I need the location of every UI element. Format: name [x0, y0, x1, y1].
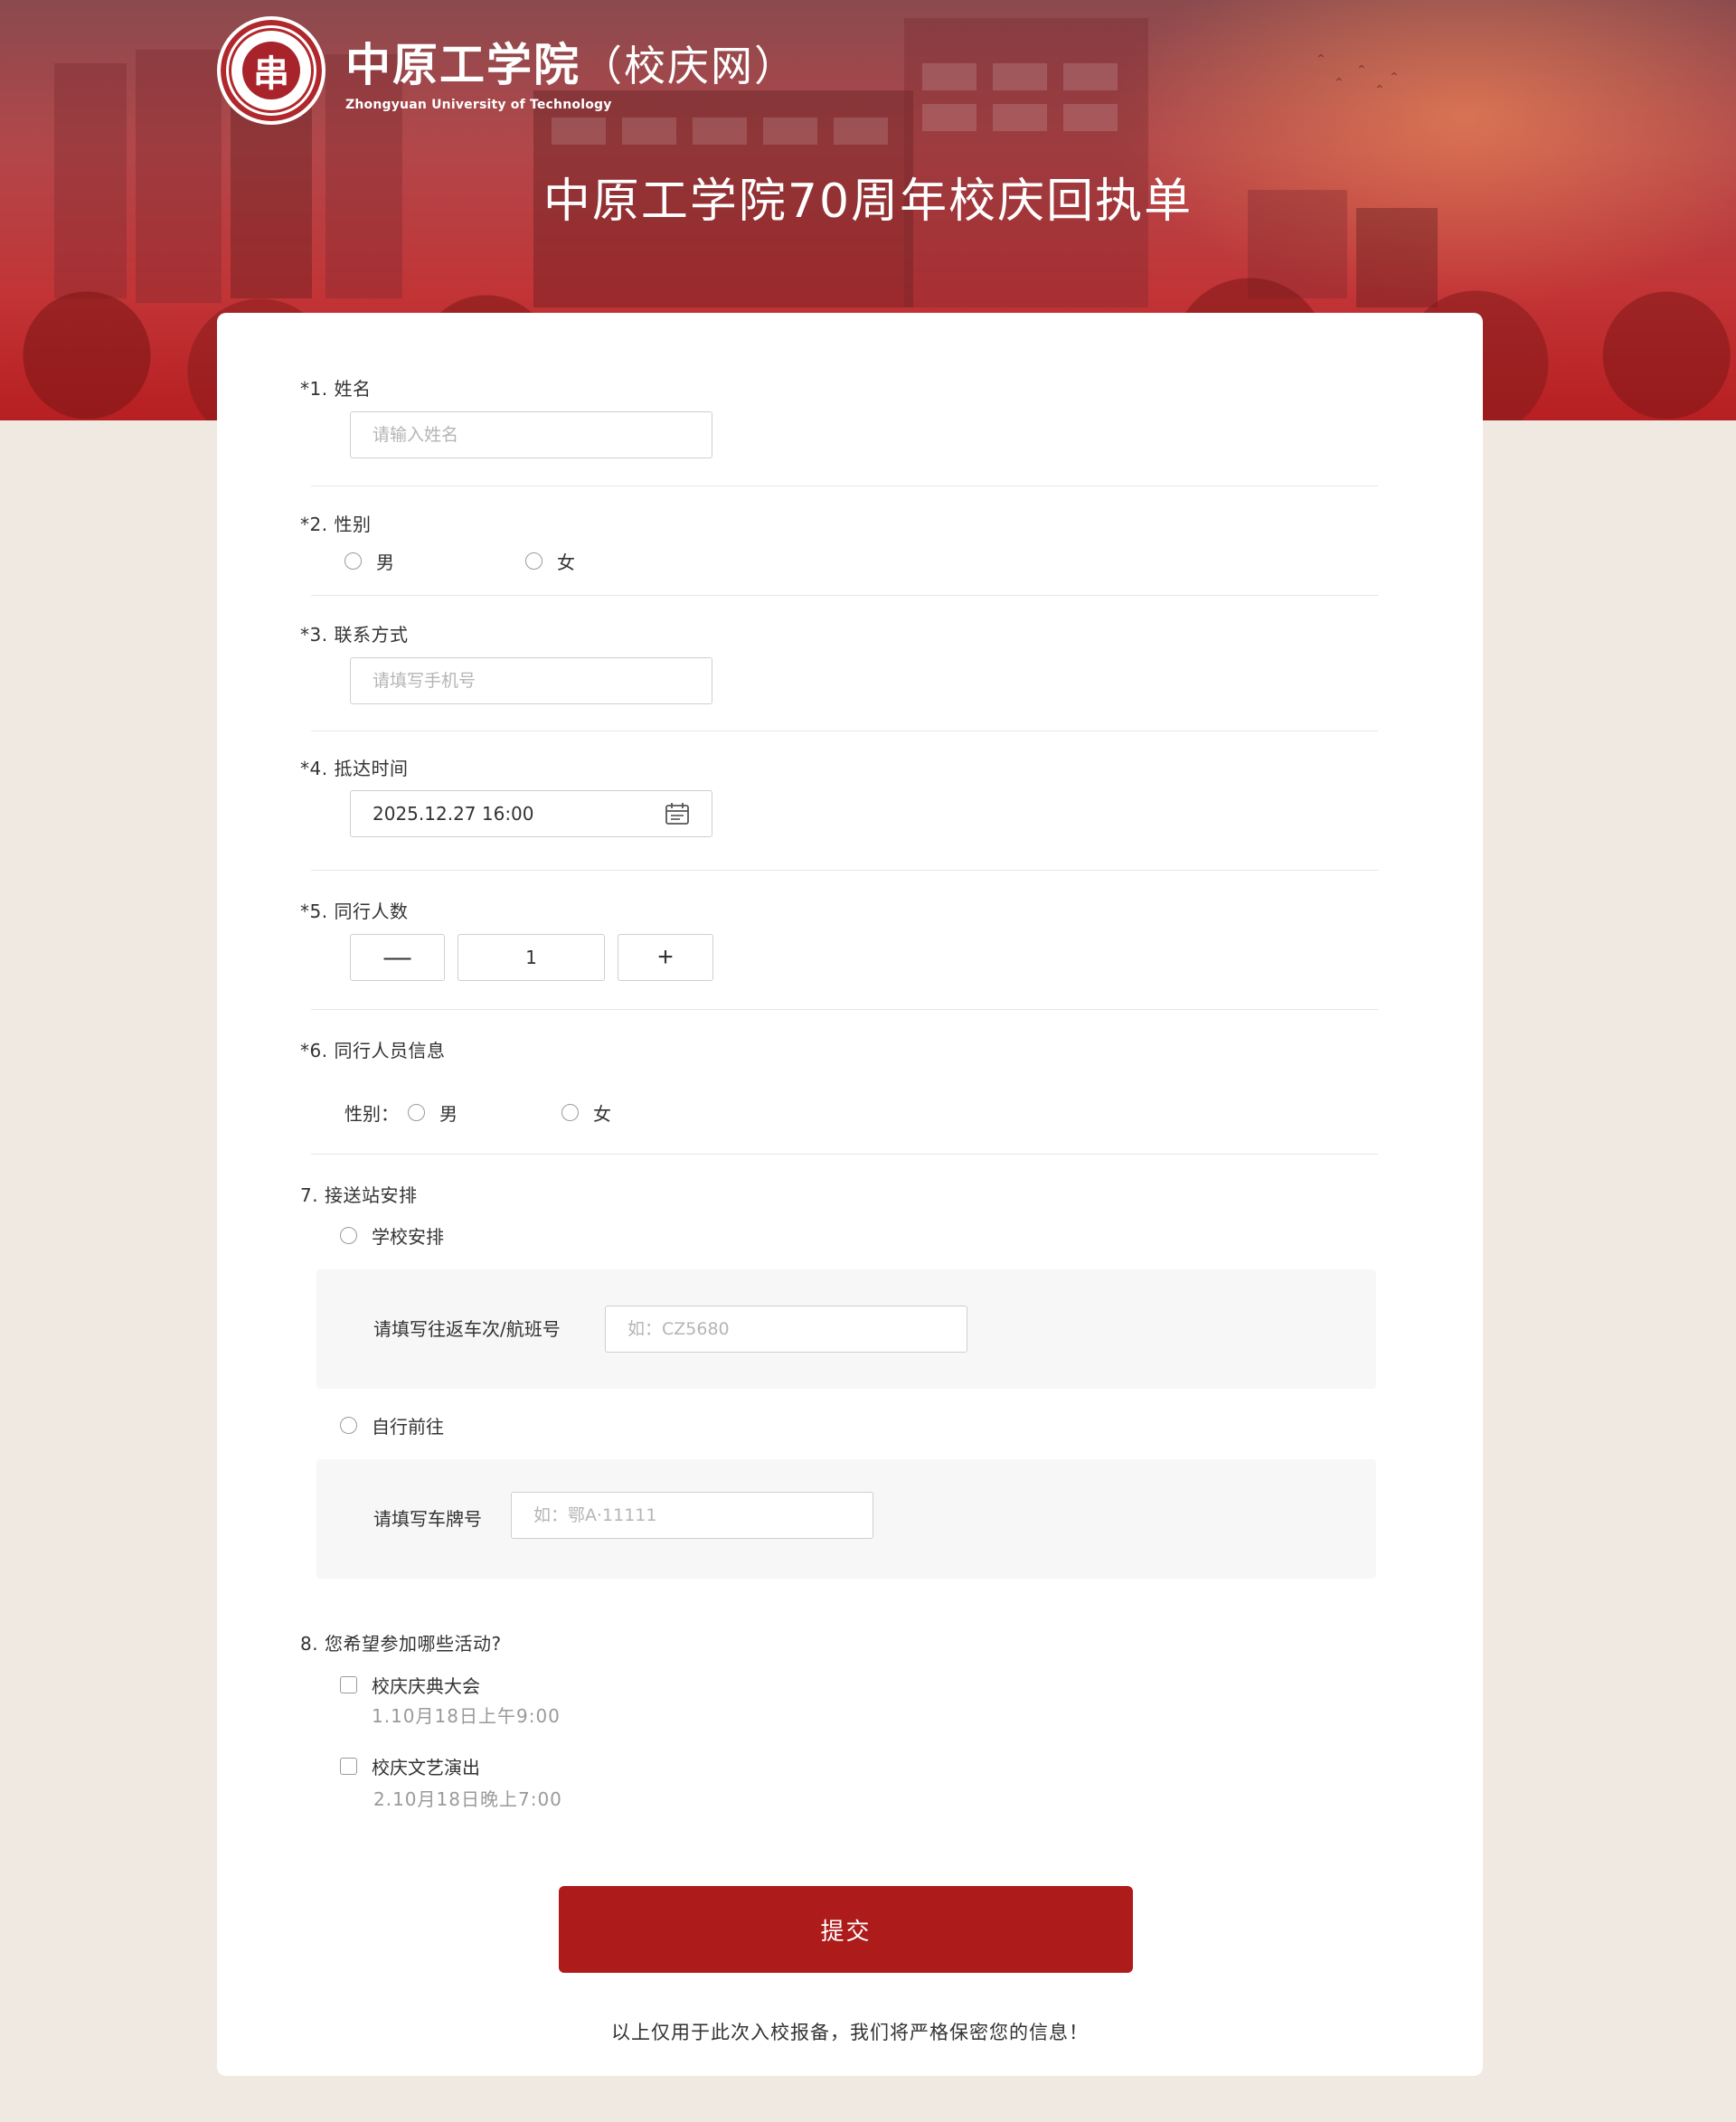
companion-gender-male-radio[interactable]: 男 [408, 1099, 458, 1126]
bg-building-windows [922, 63, 1130, 90]
checkbox-box [340, 1758, 357, 1775]
seal-core: 串 [242, 42, 300, 99]
activity-checkbox-performance[interactable]: 校庆文艺演出 [340, 1753, 480, 1779]
checkbox-box [340, 1676, 357, 1693]
bg-building-windows [922, 104, 1130, 131]
self-travel-panel: 请填写车牌号 [316, 1459, 1376, 1579]
gender-male-radio[interactable]: 男 [344, 548, 394, 574]
question-name-title: *1. 姓名 [300, 378, 372, 400]
submit-button[interactable]: 提交 [559, 1886, 1133, 1973]
companion-gender-female-radio[interactable]: 女 [561, 1099, 611, 1126]
question-arrival-title: *4. 抵达时间 [300, 758, 409, 779]
increment-button[interactable]: + [618, 934, 713, 981]
flight-number-input[interactable] [605, 1306, 967, 1353]
bird-icon: ⌃ [1356, 63, 1367, 78]
logo-english-name: Zhongyuan University of Technology [345, 98, 612, 112]
gender-female-radio[interactable]: 女 [525, 548, 575, 574]
site-logo[interactable]: 串 中原工学院（校庆网） Zhongyuan University of Tec… [217, 16, 797, 125]
question-activities-title: 8. 您希望参加哪些活动? [300, 1633, 502, 1655]
privacy-note: 以上仅用于此次入校报备，我们将严格保密您的信息！ [611, 2022, 1089, 2043]
bird-icon: ⌃ [1334, 76, 1344, 90]
radio-circle [408, 1104, 425, 1121]
bird-icon: ⌃ [1374, 83, 1385, 98]
activity-name: 校庆庆典大会 [372, 1675, 480, 1697]
radio-circle [525, 552, 542, 570]
radio-circle [340, 1417, 357, 1434]
divider [311, 1154, 1378, 1155]
radio-label: 男 [439, 1103, 458, 1125]
pickup-self-radio[interactable]: 自行前往 [340, 1412, 444, 1438]
plate-label: 请填写车牌号 [373, 1508, 482, 1530]
calendar-icon[interactable] [665, 802, 690, 825]
radio-label: 学校安排 [372, 1226, 444, 1248]
flight-label: 请填写往返车次/航班号 [373, 1318, 561, 1340]
pickup-school-radio[interactable]: 学校安排 [340, 1222, 444, 1249]
question-contact-title: *3. 联系方式 [300, 624, 409, 646]
logo-cn-suffix: （校庆网） [580, 42, 797, 90]
gender-label-text: 性别： [344, 1103, 399, 1125]
radio-circle [344, 552, 362, 570]
companions-count-value[interactable]: 1 [458, 934, 605, 981]
activity-name: 校庆文艺演出 [372, 1757, 480, 1778]
radio-circle [340, 1227, 357, 1244]
question-companions-title: *5. 同行人数 [300, 901, 409, 922]
question-companion-info-title: *6. 同行人员信息 [300, 1040, 446, 1061]
activity-checkbox-ceremony[interactable]: 校庆庆典大会 [340, 1672, 480, 1698]
radio-circle [561, 1104, 579, 1121]
radio-label: 女 [593, 1103, 611, 1125]
logo-cn-main: 中原工学院 [345, 38, 580, 91]
arrival-datetime-field[interactable]: 2025.12.27 16:00 [350, 790, 712, 837]
logo-text: 中原工学院（校庆网） Zhongyuan University of Techn… [345, 29, 797, 112]
university-seal-icon: 串 [217, 16, 326, 125]
question-pickup-title: 7. 接送站安排 [300, 1184, 418, 1206]
divider [311, 870, 1378, 871]
radio-label: 女 [557, 552, 575, 573]
question-gender-title: *2. 性别 [300, 514, 372, 535]
decrement-button[interactable]: — [350, 934, 445, 981]
radio-label: 自行前往 [372, 1416, 444, 1438]
school-arrangement-panel: 请填写往返车次/航班号 [316, 1269, 1376, 1389]
divider [311, 595, 1378, 596]
logo-chinese-name: 中原工学院（校庆网） [345, 29, 797, 94]
page-title: 中原工学院70周年校庆回执单 [542, 174, 1194, 229]
plate-number-input[interactable] [511, 1492, 873, 1539]
bird-icon: ⌃ [1389, 71, 1400, 85]
form-card: *1. 姓名 *2. 性别 男 女 *3. 联系方式 *4. 抵达时间 2025… [217, 313, 1483, 2076]
radio-label: 男 [376, 552, 394, 573]
companion-gender-label: 性别： [344, 1099, 399, 1126]
bird-icon: ⌃ [1316, 52, 1326, 67]
activity-time: 2.10月18日晚上7:00 [373, 1788, 562, 1810]
divider [311, 1009, 1378, 1010]
arrival-datetime-value: 2025.12.27 16:00 [373, 803, 534, 825]
activity-time: 1.10月18日上午9:00 [372, 1705, 561, 1727]
name-input[interactable] [350, 411, 712, 458]
phone-input[interactable] [350, 657, 712, 704]
